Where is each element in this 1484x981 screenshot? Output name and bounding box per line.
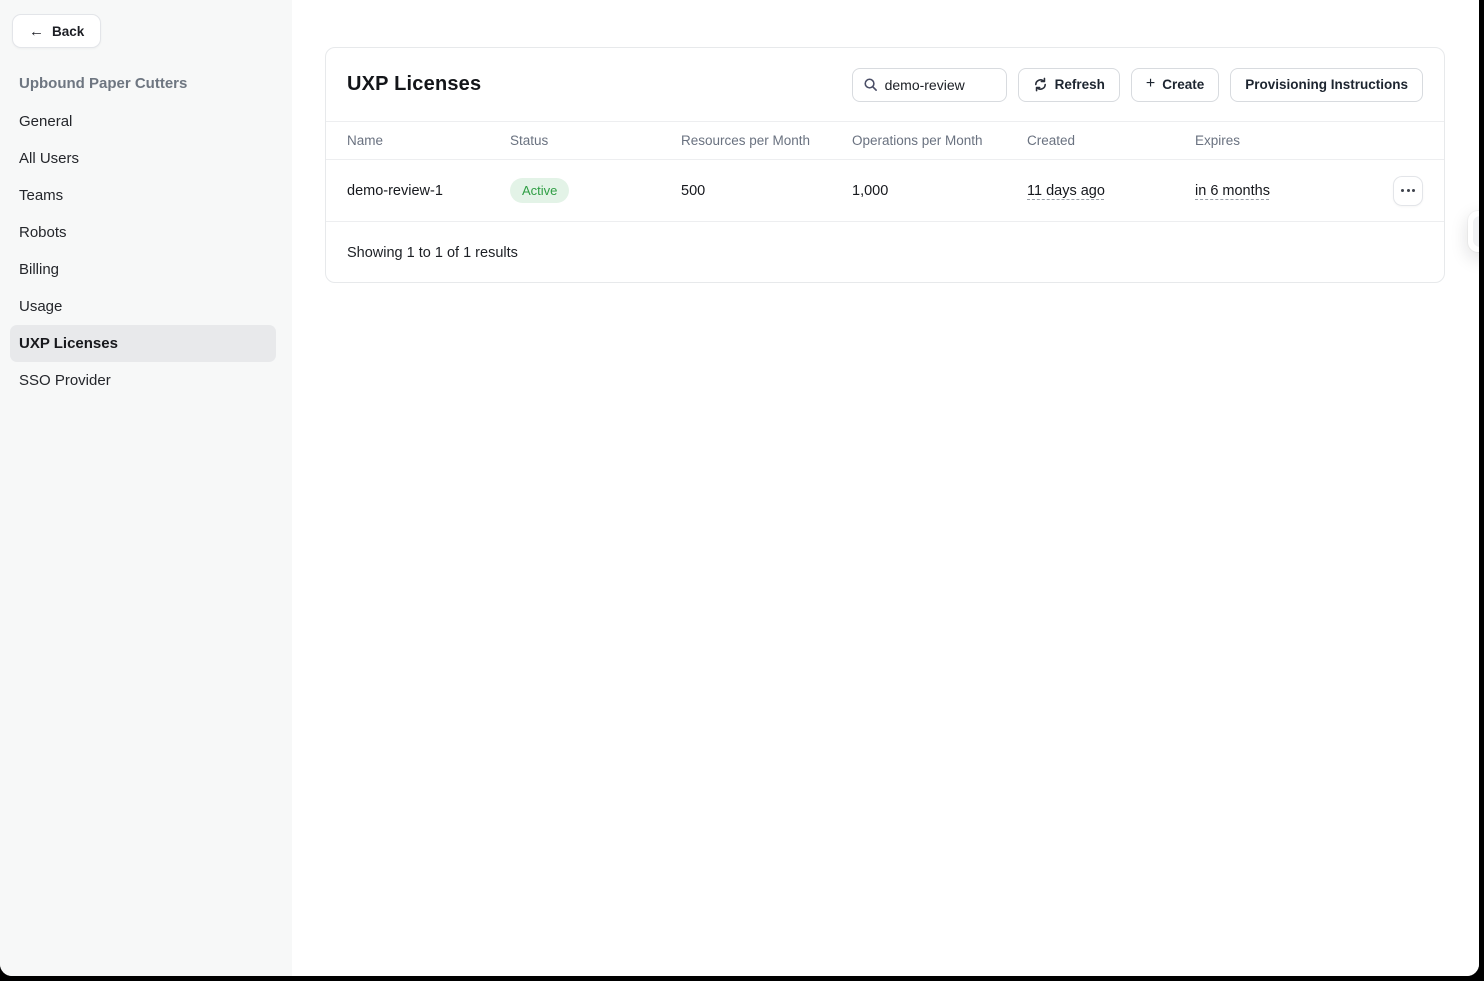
column-header-created: Created: [1027, 133, 1195, 148]
org-name: Upbound Paper Cutters: [19, 75, 187, 92]
column-header-resources: Resources per Month: [681, 133, 852, 148]
sidebar-item-uxp-licenses[interactable]: UXP Licenses: [10, 325, 276, 362]
sidebar-item-usage[interactable]: Usage: [10, 288, 276, 325]
created-cell: 11 days ago: [1027, 183, 1195, 199]
refresh-button[interactable]: Refresh: [1018, 68, 1120, 102]
row-actions-dropdown: Download License: [1468, 211, 1479, 252]
operations-per-month-value: 1,000: [852, 183, 1027, 199]
provisioning-instructions-label: Provisioning Instructions: [1245, 77, 1408, 92]
sidebar: ← Back Upbound Paper Cutters General All…: [0, 0, 292, 976]
table-footer: Showing 1 to 1 of 1 results: [326, 222, 1444, 283]
main-content: UXP Licenses: [292, 0, 1479, 976]
actions-cell: [1370, 176, 1423, 206]
row-actions-menu-button[interactable]: [1393, 176, 1423, 206]
sidebar-item-teams[interactable]: Teams: [10, 177, 276, 214]
table-row: demo-review-1 Active 500 1,000 11 days a…: [326, 160, 1444, 222]
provisioning-instructions-button[interactable]: Provisioning Instructions: [1230, 68, 1423, 102]
card-header: UXP Licenses: [326, 48, 1444, 122]
column-header-expires: Expires: [1195, 133, 1370, 148]
search-box: [852, 68, 1007, 102]
column-header-name: Name: [347, 133, 510, 148]
search-input[interactable]: [885, 77, 995, 93]
page-title: UXP Licenses: [347, 73, 481, 96]
resources-per-month-value: 500: [681, 183, 852, 199]
ellipsis-icon: [1412, 189, 1415, 192]
plus-icon: +: [1146, 76, 1155, 92]
ellipsis-icon: [1401, 189, 1404, 192]
sidebar-item-all-users[interactable]: All Users: [10, 140, 276, 177]
sidebar-item-billing[interactable]: Billing: [10, 251, 276, 288]
expires-cell: in 6 months: [1195, 183, 1370, 199]
sidebar-item-robots[interactable]: Robots: [10, 214, 276, 251]
license-name: demo-review-1: [347, 183, 510, 199]
refresh-button-label: Refresh: [1055, 77, 1105, 92]
refresh-icon: [1033, 77, 1048, 92]
sidebar-nav: General All Users Teams Robots Billing U…: [0, 103, 292, 399]
arrow-left-icon: ←: [29, 24, 44, 39]
column-header-operations: Operations per Month: [852, 133, 1027, 148]
header-controls: Refresh + Create Provisioning Instructio…: [852, 68, 1423, 102]
back-button-label: Back: [52, 24, 84, 39]
sidebar-item-sso-provider[interactable]: SSO Provider: [10, 362, 276, 399]
created-value[interactable]: 11 days ago: [1027, 183, 1105, 199]
results-count: Showing 1 to 1 of 1 results: [347, 245, 518, 261]
search-icon: [863, 77, 878, 92]
ellipsis-icon: [1407, 189, 1410, 192]
status-badge: Active: [510, 178, 569, 203]
uxp-licenses-card: UXP Licenses: [325, 47, 1445, 283]
status-cell: Active: [510, 178, 681, 203]
app-window: ← Back Upbound Paper Cutters General All…: [0, 0, 1479, 976]
create-button[interactable]: + Create: [1131, 68, 1219, 102]
expires-value[interactable]: in 6 months: [1195, 183, 1270, 199]
column-header-status: Status: [510, 133, 681, 148]
sidebar-item-general[interactable]: General: [10, 103, 276, 140]
menu-item-download-license[interactable]: Download License: [1473, 216, 1479, 247]
table-header-row: Name Status Resources per Month Operatio…: [326, 122, 1444, 160]
back-button[interactable]: ← Back: [12, 14, 101, 48]
create-button-label: Create: [1162, 77, 1204, 92]
